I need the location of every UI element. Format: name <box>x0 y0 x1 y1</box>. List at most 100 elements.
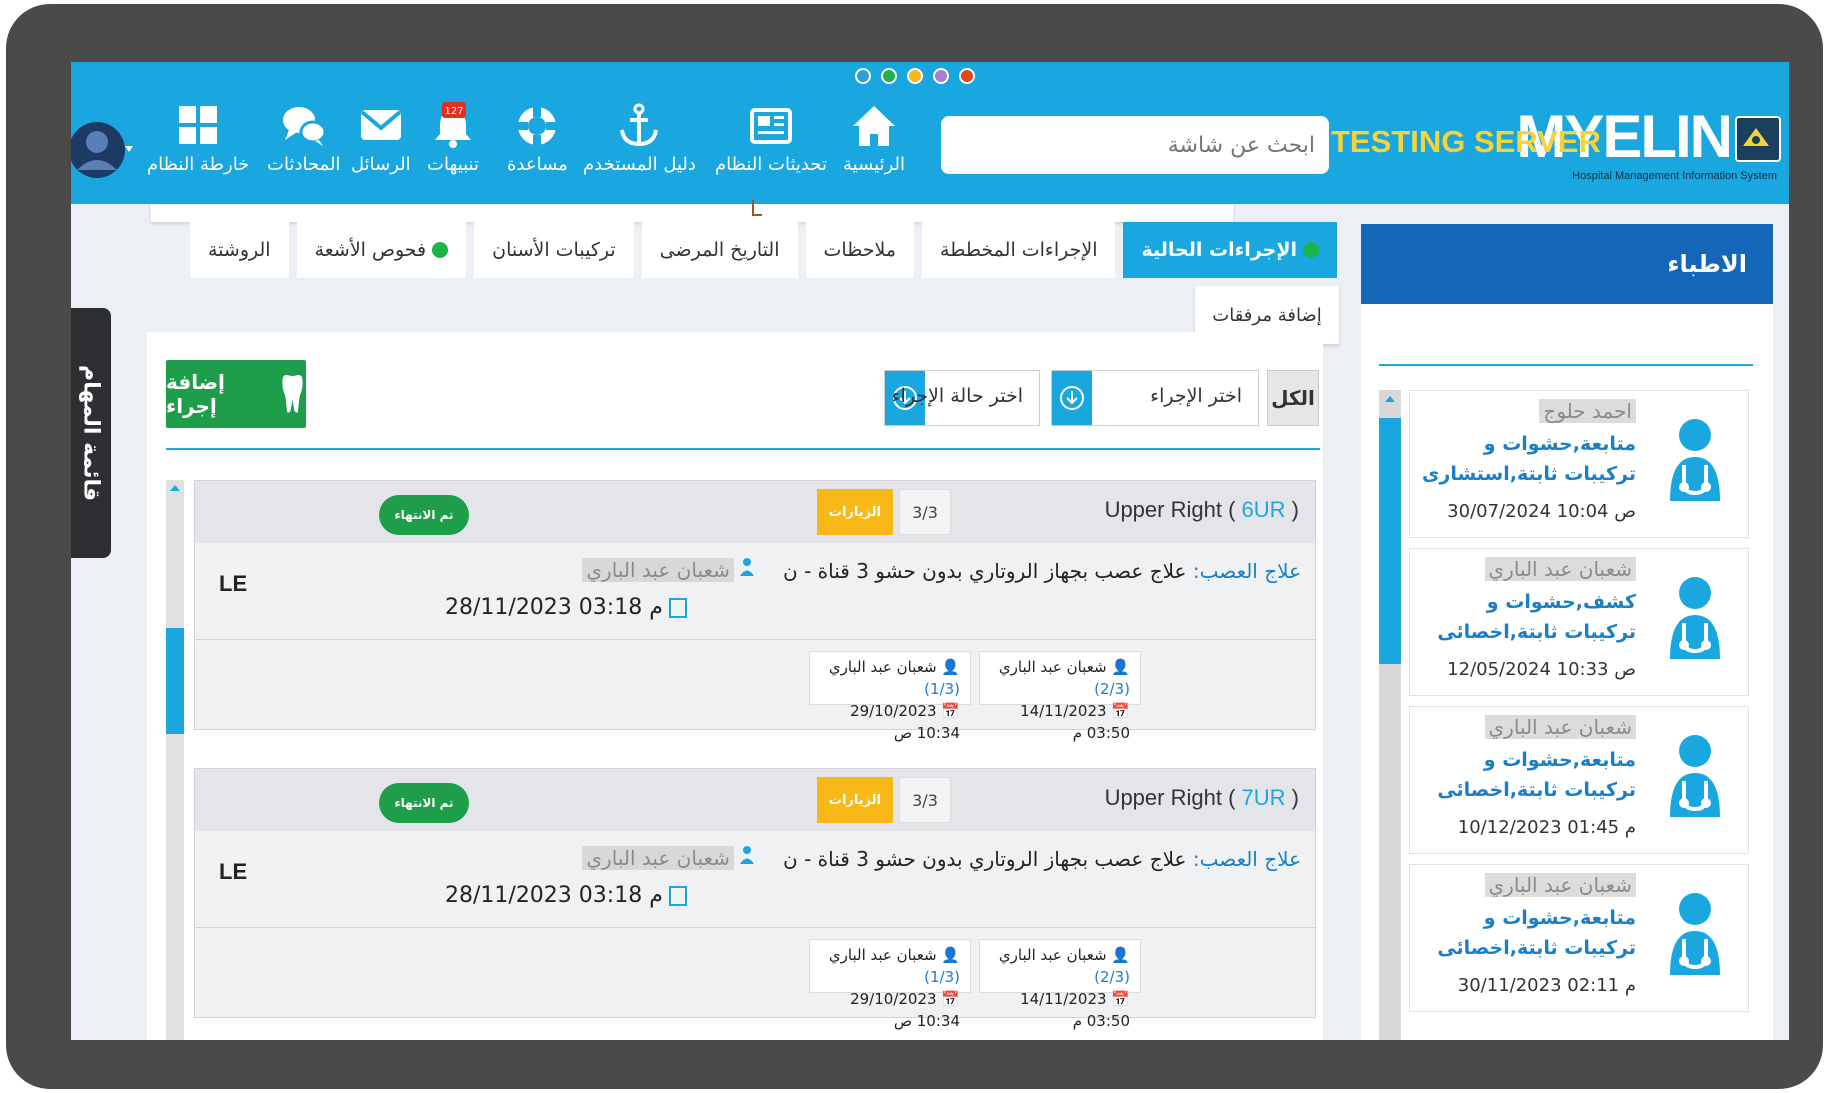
divider <box>166 448 1320 450</box>
procedure-description: علاج العصب: علاج عصب بجهاز الروتاري بدون… <box>783 559 1301 583</box>
doctors-panel: الاطباء احمد حلوج متابعة,حشوات و تركيبات… <box>1361 224 1773 1040</box>
grid-icon <box>179 106 218 144</box>
nav-label: تحديثات النظام <box>715 154 827 175</box>
app-logo[interactable]: MYELIN Hospital Management Information S… <box>1516 106 1781 186</box>
nav-chats[interactable]: المحادثات <box>267 102 340 175</box>
tab-medical-history[interactable]: التاريخ المرضى <box>641 222 798 278</box>
visit-history-item: 👤 شعبان عبد الباري (2/3) 📅 14/11/2023 03… <box>979 651 1141 742</box>
visits-button[interactable]: الزيارات <box>817 489 893 535</box>
nav-help[interactable]: مساعدة <box>507 102 568 175</box>
doctor-time: 30/11/2023 02:11 م <box>1457 975 1636 996</box>
procedures-scrollbar[interactable] <box>166 480 184 1040</box>
status-select[interactable]: اختر حالة الإجراء <box>884 370 1040 426</box>
tab-radiology[interactable]: فحوص الأشعة <box>296 222 467 278</box>
screen-search-input[interactable] <box>941 116 1329 174</box>
user-avatar[interactable] <box>71 112 133 188</box>
procedure-value: علاج عصب بجهاز الروتاري بدون حشو 3 قناة … <box>783 559 1187 583</box>
tasks-menu-tab[interactable]: قائمة المهام <box>71 308 111 558</box>
procedure-date: 28/11/2023 03:18 م <box>445 595 687 620</box>
doctor-name: شعبان عبد الباري <box>1484 557 1636 581</box>
procedure-key: علاج العصب: <box>1192 847 1301 871</box>
status-dot-icon <box>1303 242 1319 258</box>
doctor-name: شعبان عبد الباري <box>582 558 734 582</box>
chat-icon <box>282 107 327 146</box>
title-suffix: ) <box>1291 785 1299 810</box>
nav-home[interactable]: الرئيسية <box>843 102 905 175</box>
doctor-name: شعبان عبد الباري <box>1484 715 1636 739</box>
history-doctor: شعبان عبد الباري <box>998 946 1107 964</box>
procedure-tabs: الإجراءات الحالية الإجراءات المخططة ملاح… <box>189 222 1337 278</box>
procedure-date: 28/11/2023 03:18 م <box>445 883 687 908</box>
tab-prescription[interactable]: الروشتة <box>189 222 289 278</box>
nav-label: تنبيهات <box>427 154 480 175</box>
dropdown-button[interactable] <box>1052 371 1092 425</box>
doctor-icon <box>740 558 754 576</box>
history-doctor: شعبان عبد الباري <box>998 658 1107 676</box>
theme-dot-red[interactable] <box>959 68 975 84</box>
scroll-up-icon[interactable] <box>1379 390 1401 408</box>
header-underlay <box>151 204 1233 222</box>
procedure-value: علاج عصب بجهاز الروتاري بدون حشو 3 قناة … <box>783 847 1187 871</box>
filter-all-button[interactable]: الكل <box>1267 370 1319 426</box>
tab-dental-prosthetics[interactable]: تركيبات الأسنان <box>474 222 634 278</box>
nav-label: المحادثات <box>267 154 341 175</box>
tab-label: تركيبات الأسنان <box>492 239 616 261</box>
visit-count: 3/3 <box>899 489 951 535</box>
procedure-select[interactable]: اختر الإجراء <box>1051 370 1259 426</box>
scrollbar-thumb[interactable] <box>1379 418 1401 664</box>
scroll-up-icon[interactable] <box>166 480 184 496</box>
doctor-name: شعبان عبد الباري <box>1484 873 1636 897</box>
doctor-time: 10/12/2023 01:45 م <box>1457 817 1636 838</box>
tab-planned-procedures[interactable]: الإجراءات المخططة <box>922 222 1116 278</box>
doctor-card[interactable]: شعبان عبد الباري متابعة,حشوات و تركيبات … <box>1409 706 1749 854</box>
completed-badge: تم الانتهاء <box>379 783 469 823</box>
doctor-specialty: كشف,حشوات و تركيبات ثابتة,اخصائى <box>1437 591 1636 643</box>
nav-label: دليل المستخدم <box>583 154 696 175</box>
nav-label: الرسائل <box>351 154 411 175</box>
tooth-code[interactable]: 6UR <box>1242 497 1286 522</box>
nav-system-updates[interactable]: تحديثات النظام <box>715 102 827 175</box>
nav-label: الرئيسية <box>843 154 905 175</box>
doctor-card[interactable]: شعبان عبد الباري متابعة,حشوات و تركيبات … <box>1409 864 1749 1012</box>
theme-dot-green[interactable] <box>881 68 897 84</box>
logo-subtitle: Hospital Management Information System <box>1572 170 1777 182</box>
date-text: 28/11/2023 03:18 م <box>445 883 663 908</box>
tooth-code[interactable]: 7UR <box>1242 785 1286 810</box>
card-body: علاج العصب: علاج عصب بجهاز الروتاري بدون… <box>195 831 1315 928</box>
procedure-card: Upper Right ( 7UR ) 3/3 الزيارات تم الان… <box>194 768 1316 1030</box>
theme-dot-yellow[interactable] <box>907 68 923 84</box>
device-frame: MYELIN Hospital Management Information S… <box>6 4 1823 1089</box>
scrollbar-thumb[interactable] <box>166 628 184 734</box>
history-fraction: (2/3) <box>1094 680 1130 698</box>
date-text: 28/11/2023 03:18 م <box>445 595 663 620</box>
doctor-card[interactable]: احمد حلوج متابعة,حشوات و تركيبات ثابتة,ا… <box>1409 390 1749 538</box>
home-icon <box>853 106 895 146</box>
doctor-name: احمد حلوج <box>1539 399 1636 423</box>
nav-notifications[interactable]: 127 تنبيهات <box>427 102 479 175</box>
add-procedure-label: إضافة إجراء <box>166 370 225 418</box>
currency-label: LE <box>219 859 248 884</box>
tab-notes[interactable]: ملاحظات <box>805 222 915 278</box>
doctors-scrollbar[interactable] <box>1379 390 1401 1040</box>
procedure-select-value: اختر الإجراء <box>1150 385 1242 407</box>
doctor-card[interactable]: شعبان عبد الباري كشف,حشوات و تركيبات ثاب… <box>1409 548 1749 696</box>
visits-button[interactable]: الزيارات <box>817 777 893 823</box>
logo-mark-icon <box>1735 116 1781 162</box>
theme-dot-blue[interactable] <box>855 68 871 84</box>
top-header: MYELIN Hospital Management Information S… <box>71 62 1789 204</box>
procedure-card: Upper Right ( 6UR ) 3/3 الزيارات تم الان… <box>194 480 1316 742</box>
doctor-name: شعبان عبد الباري <box>582 846 734 870</box>
procedures-panel: إضافة إجراء الكل اختر الإجراء اختر حالة … <box>147 332 1323 1040</box>
doctor-specialty: متابعة,حشوات و تركيبات ثابتة,اخصائى <box>1437 907 1636 959</box>
add-procedure-button[interactable]: إضافة إجراء <box>166 360 306 428</box>
nav-messages[interactable]: الرسائل <box>351 102 411 175</box>
nav-system-map[interactable]: خارطة النظام <box>147 102 249 175</box>
currency-label: LE <box>219 571 248 596</box>
theme-dot-purple[interactable] <box>933 68 949 84</box>
doctor-time: 12/05/2024 10:33 ص <box>1447 659 1636 680</box>
doctor-stethoscope-icon <box>1670 735 1720 817</box>
nav-user-guide[interactable]: دليل المستخدم <box>583 102 696 175</box>
tab-current-procedures[interactable]: الإجراءات الحالية <box>1123 222 1337 278</box>
doctor-specialty: متابعة,حشوات و تركيبات ثابتة,اخصائى <box>1437 749 1636 801</box>
visit-history-item: 👤 شعبان عبد الباري (1/3) 📅 29/10/2023 10… <box>809 651 971 742</box>
